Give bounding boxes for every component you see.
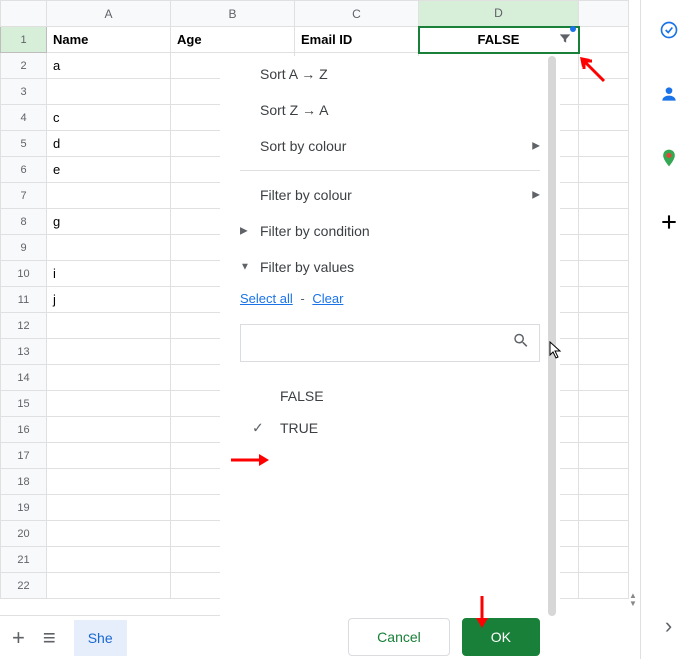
- chevron-right-icon: ▶: [532, 190, 540, 201]
- maps-icon[interactable]: [659, 148, 679, 168]
- select-all-link[interactable]: Select all: [240, 291, 293, 306]
- row-header-1[interactable]: 1: [1, 27, 47, 53]
- side-panel: ›: [640, 0, 696, 659]
- annotation-arrow: [472, 594, 492, 633]
- select-links: Select all - Clear: [220, 285, 560, 312]
- vertical-scrollbar[interactable]: ▲▼: [628, 592, 638, 614]
- filter-value-false[interactable]: FALSE: [240, 380, 540, 412]
- cell-D1[interactable]: FALSE: [419, 27, 579, 53]
- sheet-tab-bar: + ≡ She: [0, 615, 220, 659]
- cell-B1[interactable]: Age: [171, 27, 295, 53]
- filter-by-values[interactable]: ▼ Filter by values: [220, 249, 560, 285]
- col-header-E[interactable]: [579, 1, 629, 27]
- col-header-D[interactable]: D: [419, 1, 579, 27]
- cell-C1[interactable]: Email ID: [295, 27, 419, 53]
- annotation-arrow: [229, 450, 269, 475]
- menu-scrollbar[interactable]: [548, 56, 556, 616]
- filter-value-list: FALSE ✓ TRUE: [220, 374, 560, 450]
- sort-za[interactable]: Sort Z → A: [220, 92, 560, 128]
- col-header-B[interactable]: B: [171, 1, 295, 27]
- cell-A2[interactable]: a: [47, 53, 171, 79]
- col-header-C[interactable]: C: [295, 1, 419, 27]
- chevron-right-icon: ▶: [532, 141, 540, 152]
- col-header-A[interactable]: A: [47, 1, 171, 27]
- clear-link[interactable]: Clear: [312, 291, 343, 306]
- sort-az[interactable]: Sort A → Z: [220, 56, 560, 92]
- row-header[interactable]: 2: [1, 53, 47, 79]
- filter-by-condition[interactable]: ▶ Filter by condition: [220, 213, 560, 249]
- filter-icon[interactable]: [558, 31, 572, 48]
- filter-by-colour[interactable]: Filter by colour ▶: [220, 177, 560, 213]
- filter-dropdown-menu: Sort A → Z Sort Z → A Sort by colour ▶ F…: [220, 56, 560, 656]
- check-icon: ✓: [252, 420, 264, 437]
- sheet-tab[interactable]: She: [74, 620, 127, 656]
- search-icon[interactable]: [512, 332, 530, 355]
- hide-panel-icon[interactable]: ›: [665, 613, 672, 639]
- divider: [240, 170, 540, 171]
- cell-E1[interactable]: [579, 27, 629, 53]
- cell-A1[interactable]: Name: [47, 27, 171, 53]
- corner-cell[interactable]: [1, 1, 47, 27]
- add-sheet-icon[interactable]: +: [12, 625, 25, 651]
- filter-search-input[interactable]: [240, 324, 540, 362]
- all-sheets-icon[interactable]: ≡: [43, 625, 56, 651]
- annotation-arrow: [578, 55, 608, 90]
- search-container: [240, 324, 540, 362]
- filter-active-dot: [570, 26, 576, 32]
- contacts-icon[interactable]: [659, 84, 679, 104]
- cell-D1-value: FALSE: [478, 32, 520, 47]
- cursor-icon: [549, 341, 563, 364]
- add-on-icon[interactable]: [659, 212, 679, 232]
- cancel-button[interactable]: Cancel: [348, 618, 450, 656]
- button-row: Cancel OK: [348, 618, 540, 656]
- tasks-icon[interactable]: [659, 20, 679, 40]
- collapsed-icon: ▶: [240, 226, 248, 237]
- sort-by-colour[interactable]: Sort by colour ▶: [220, 128, 560, 164]
- expanded-icon: ▼: [240, 262, 250, 273]
- filter-value-true[interactable]: ✓ TRUE: [240, 412, 540, 444]
